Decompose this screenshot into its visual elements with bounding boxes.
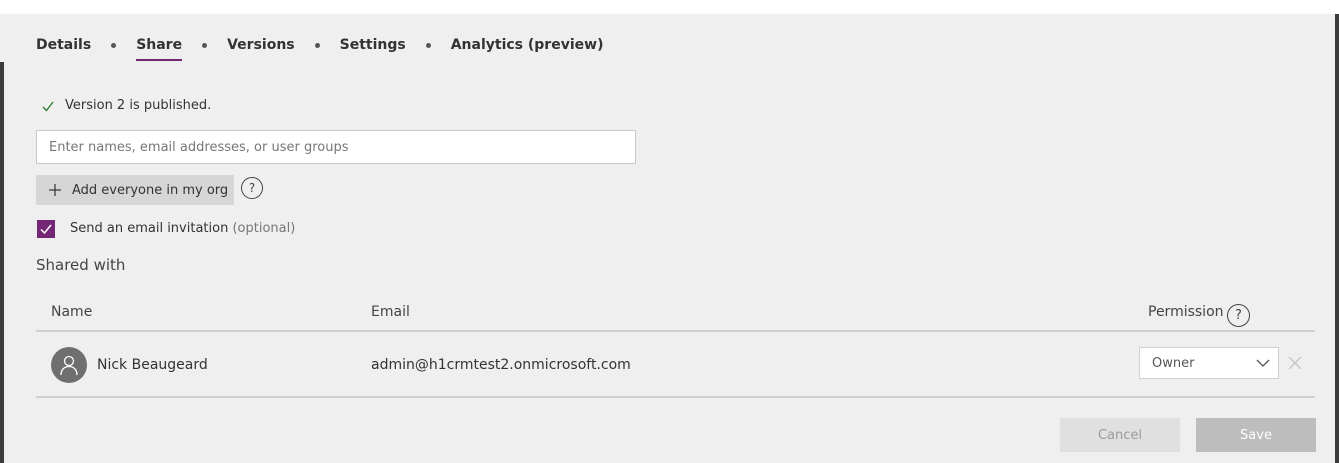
save-button[interactable]: Save <box>1196 418 1316 452</box>
tab-separator-dot <box>314 43 320 48</box>
chevron-down-icon <box>1256 359 1270 367</box>
right-window-edge <box>1335 14 1339 463</box>
tab-separator-dot <box>111 43 117 48</box>
share-people-input[interactable] <box>36 130 636 164</box>
email-invitation-checkbox[interactable] <box>37 220 55 238</box>
table-row-divider <box>36 396 1315 398</box>
table-header-divider <box>36 330 1315 332</box>
person-icon <box>60 355 78 376</box>
tab-share[interactable]: Share <box>136 34 182 62</box>
column-header-permission: Permission <box>1148 304 1224 320</box>
column-header-email: Email <box>371 304 410 320</box>
tab-separator-dot <box>425 43 431 48</box>
publish-status: Version 2 is published. <box>41 98 211 113</box>
shared-with-heading: Shared with <box>36 256 126 274</box>
plus-icon <box>49 184 61 196</box>
remove-user-icon[interactable] <box>1288 356 1302 370</box>
add-everyone-button[interactable]: Add everyone in my org <box>36 175 234 205</box>
optional-hint: (optional) <box>232 221 296 236</box>
permission-value: Owner <box>1152 355 1195 371</box>
checkmark-icon <box>40 224 52 235</box>
tab-analytics[interactable]: Analytics (preview) <box>451 34 604 62</box>
top-strip <box>0 0 1339 14</box>
permission-help-icon[interactable]: ? <box>1227 304 1250 327</box>
help-icon[interactable]: ? <box>241 177 263 199</box>
email-invitation-text: Send an email invitation <box>70 221 229 236</box>
column-header-name: Name <box>51 304 93 320</box>
tab-details[interactable]: Details <box>36 34 91 62</box>
tab-separator-dot <box>202 43 208 48</box>
checkmark-icon <box>42 101 54 112</box>
user-email: admin@h1crmtest2.onmicrosoft.com <box>371 357 631 373</box>
avatar <box>51 347 87 383</box>
user-name: Nick Beaugeard <box>97 357 208 373</box>
cancel-button[interactable]: Cancel <box>1060 418 1180 452</box>
left-window-edge <box>0 62 4 463</box>
email-invitation-label: Send an email invitation (optional) <box>70 221 295 236</box>
tab-versions[interactable]: Versions <box>227 34 295 62</box>
add-everyone-label: Add everyone in my org <box>72 182 229 198</box>
publish-status-text: Version 2 is published. <box>65 98 212 113</box>
tab-settings[interactable]: Settings <box>340 34 406 62</box>
permission-dropdown[interactable]: Owner <box>1139 347 1279 379</box>
tab-bar: Details Share Versions Settings Analytic… <box>36 34 603 64</box>
